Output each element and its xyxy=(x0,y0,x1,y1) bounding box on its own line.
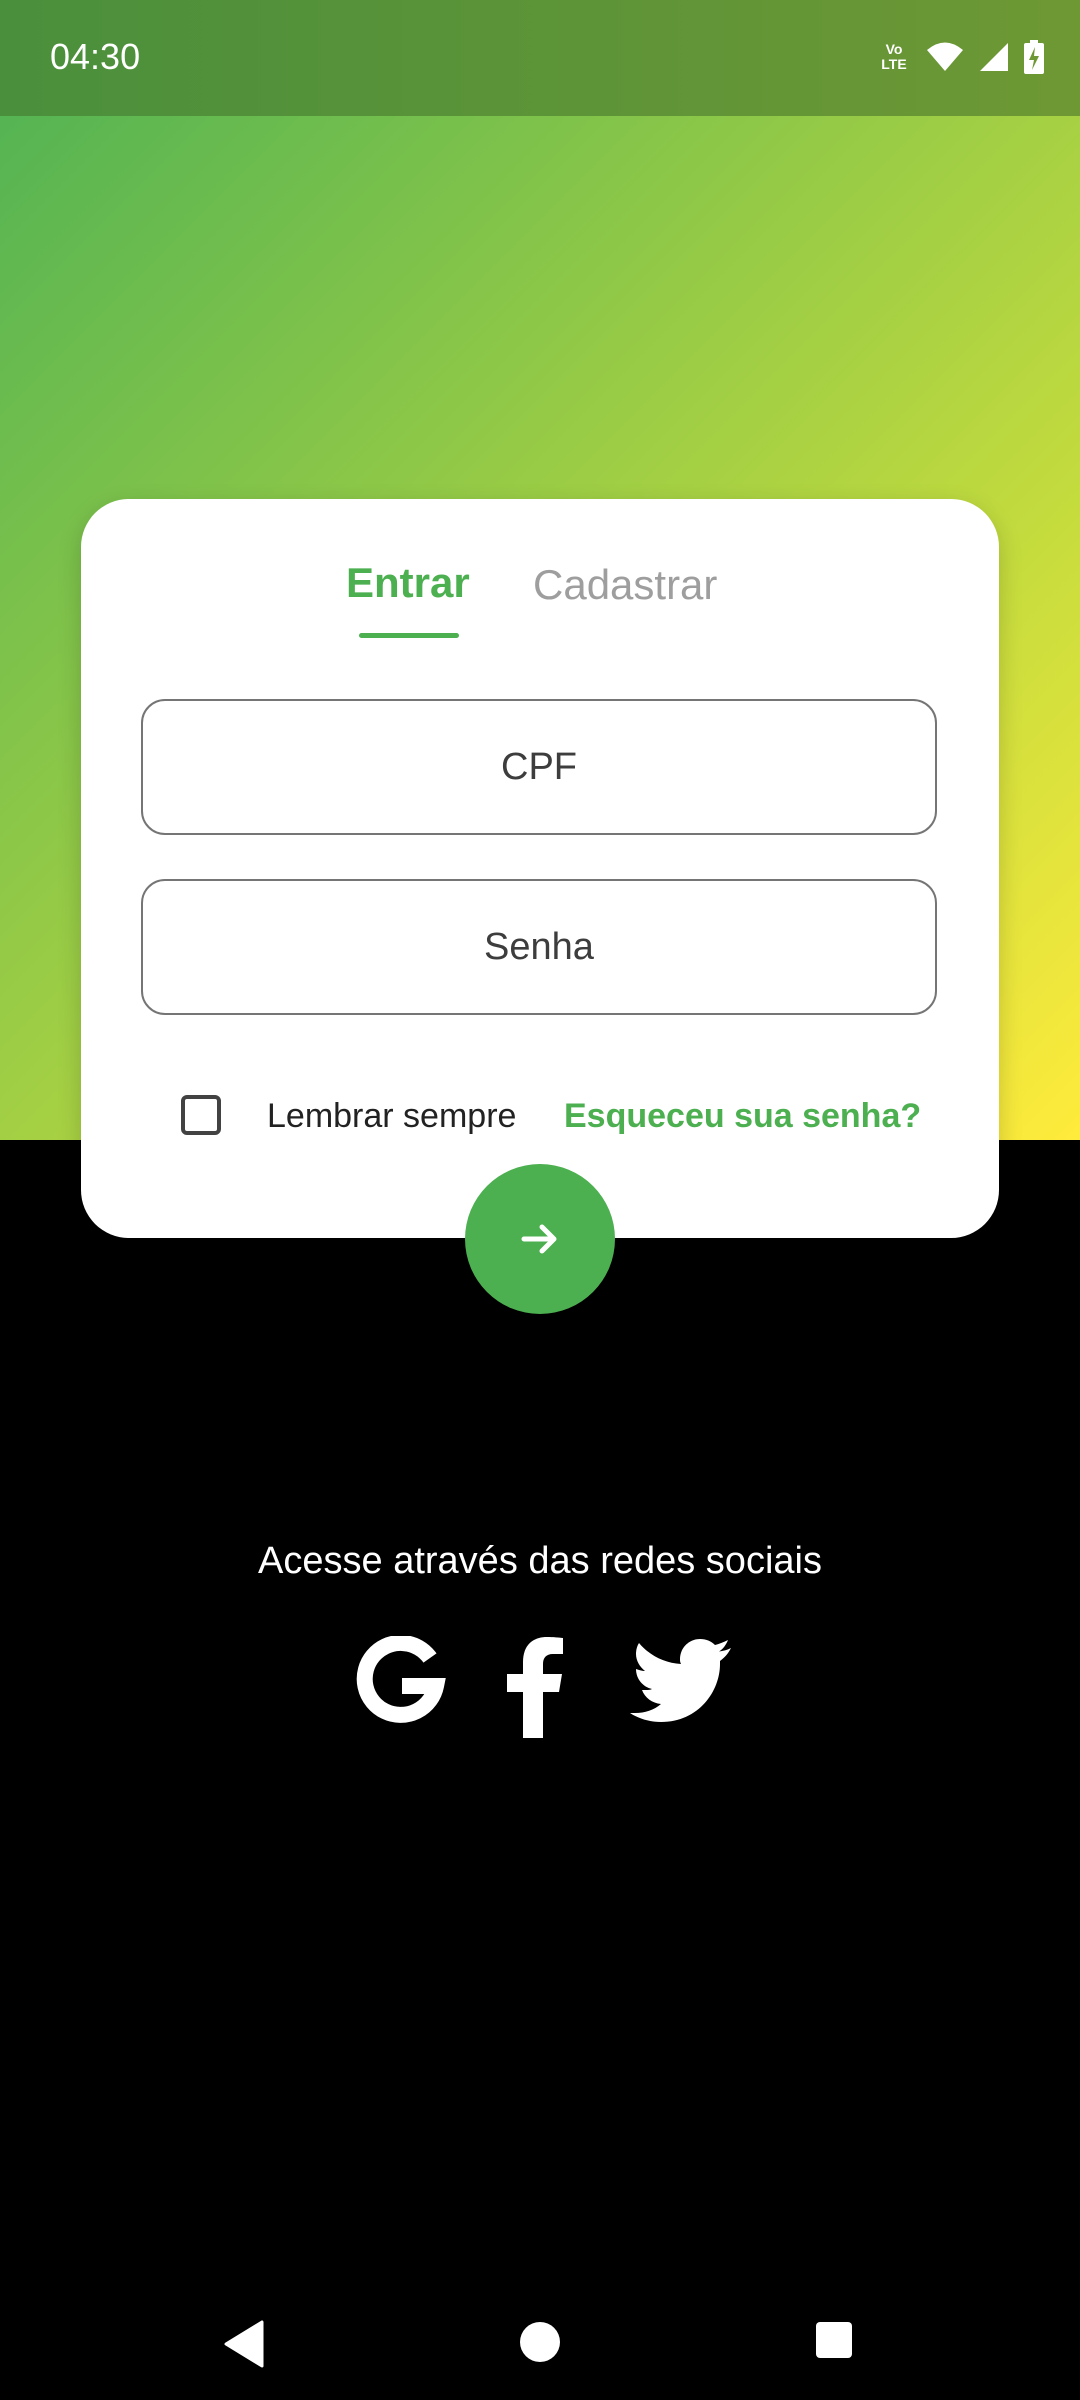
tab-cadastrar[interactable]: Cadastrar xyxy=(533,561,717,609)
status-icons: Vo LTE xyxy=(876,40,1044,74)
password-input[interactable]: Senha xyxy=(141,879,937,1015)
remember-label: Lembrar sempre xyxy=(267,1097,517,1135)
arrow-right-icon xyxy=(521,1224,557,1254)
google-icon[interactable] xyxy=(350,1636,450,1736)
twitter-icon[interactable] xyxy=(628,1636,732,1726)
social-login-icons xyxy=(0,1636,1080,1746)
battery-charging-icon xyxy=(1024,40,1044,74)
auth-tabs: Entrar Cadastrar xyxy=(81,559,999,639)
navigation-bar xyxy=(0,2290,1080,2400)
password-placeholder: Senha xyxy=(484,925,594,968)
cpf-input[interactable]: CPF xyxy=(141,699,937,835)
cpf-placeholder: CPF xyxy=(501,745,577,788)
status-time: 04:30 xyxy=(50,36,141,77)
active-tab-indicator xyxy=(359,633,459,638)
back-icon[interactable] xyxy=(222,2320,266,2368)
recents-icon[interactable] xyxy=(814,2320,854,2360)
remember-checkbox[interactable] xyxy=(181,1095,221,1135)
remember-row: Lembrar sempre Esqueceu sua senha? xyxy=(81,1089,999,1149)
signal-icon xyxy=(980,43,1008,71)
forgot-password-link[interactable]: Esqueceu sua senha? xyxy=(564,1097,921,1136)
facebook-icon[interactable] xyxy=(505,1636,565,1738)
volte-icon: Vo LTE xyxy=(881,41,907,72)
wifi-icon xyxy=(927,42,963,71)
social-login-title: Acesse através das redes sociais xyxy=(258,1540,822,1582)
login-card: Entrar Cadastrar CPF Senha Lembrar sempr… xyxy=(81,499,999,1238)
submit-button[interactable] xyxy=(465,1164,615,1314)
home-icon[interactable] xyxy=(518,2320,562,2364)
tab-entrar[interactable]: Entrar xyxy=(346,559,470,607)
status-bar: 04:30 Vo LTE xyxy=(0,0,1080,116)
